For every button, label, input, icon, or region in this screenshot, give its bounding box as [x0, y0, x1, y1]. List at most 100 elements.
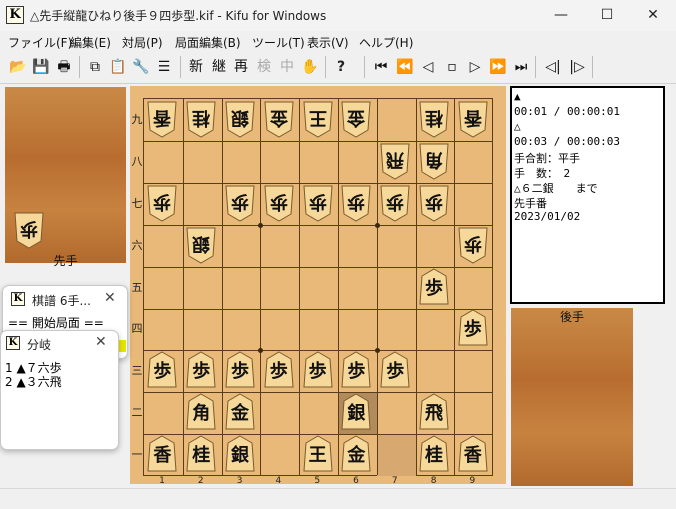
prev-branch-button[interactable]: ◁| — [542, 57, 564, 77]
board-piece[interactable]: 角 — [185, 393, 217, 431]
board-piece[interactable]: 歩 — [302, 351, 334, 389]
sente-label: 先手 — [53, 254, 78, 268]
copy-icon[interactable]: ⧉ — [86, 57, 104, 77]
paste-icon[interactable]: 📋 — [109, 57, 127, 77]
replay-button[interactable]: 再 — [232, 57, 250, 77]
grid-line — [338, 99, 339, 475]
board-piece[interactable]: 桂 — [418, 100, 450, 138]
menu-game[interactable]: 対局(P) — [122, 34, 163, 51]
board-piece[interactable]: 歩 — [263, 351, 295, 389]
new-game-button[interactable]: 新 — [187, 57, 205, 77]
board-piece[interactable]: 金 — [263, 100, 295, 138]
rank-label: 四 — [131, 322, 143, 336]
help-icon[interactable]: ? — [332, 57, 350, 77]
board-piece[interactable]: 角 — [418, 142, 450, 180]
toolbar-separator — [592, 56, 593, 78]
board-piece[interactable]: 香 — [457, 435, 489, 473]
board-piece[interactable]: 王 — [302, 435, 334, 473]
menu-tools[interactable]: ツール(T) — [252, 34, 305, 51]
menu-edit[interactable]: 編集(E) — [70, 34, 111, 51]
minimize-button[interactable]: — — [538, 0, 584, 31]
rank-label: 二 — [131, 406, 143, 420]
close-button[interactable]: ✕ — [630, 0, 676, 31]
interrupt-button[interactable]: 中 — [278, 57, 296, 77]
board-piece[interactable]: 歩 — [340, 184, 372, 222]
game-info-panel: ▲ 00:01 / 00:00:01 △ 00:03 / 00:00:03 手合割：平手… — [510, 86, 665, 304]
tools-icon[interactable]: 🔧 — [132, 57, 150, 77]
kifu-pane-close-icon[interactable]: ✕ — [104, 290, 116, 306]
file-label: 9 — [469, 476, 476, 486]
board-piece[interactable]: 銀 — [224, 435, 256, 473]
board-piece[interactable]: 桂 — [418, 435, 450, 473]
grid-line — [183, 99, 184, 475]
branch-item-2[interactable]: 2 ▲３六飛 — [5, 373, 62, 390]
forward-button[interactable]: ▷ — [466, 57, 484, 77]
open-icon[interactable]: 📂 — [9, 57, 27, 77]
board-piece[interactable]: 歩 — [379, 184, 411, 222]
board-piece[interactable]: 桂 — [185, 435, 217, 473]
forward10-button[interactable]: ⏩ — [489, 57, 507, 77]
file-label: 8 — [430, 476, 437, 486]
board-piece[interactable]: 飛 — [418, 393, 450, 431]
menu-view[interactable]: 表示(V) — [307, 34, 349, 51]
back-button[interactable]: ◁ — [419, 57, 437, 77]
board-piece[interactable]: 歩 — [185, 351, 217, 389]
stop-button[interactable]: ▫ — [443, 57, 461, 77]
board-piece[interactable]: 金 — [340, 100, 372, 138]
board-piece[interactable]: 歩 — [379, 351, 411, 389]
board-piece[interactable]: 金 — [224, 393, 256, 431]
menu-help[interactable]: ヘルプ(H) — [359, 34, 413, 51]
board-piece[interactable]: 歩 — [263, 184, 295, 222]
rank-label: 七 — [131, 196, 143, 210]
first-move-button[interactable]: ⏮ — [372, 57, 390, 77]
menu-file[interactable]: ファイル(F) — [8, 34, 72, 51]
toolbar-separator — [364, 56, 365, 78]
board-piece[interactable]: 桂 — [185, 100, 217, 138]
info-line: 00:03 / 00:00:03 — [514, 135, 620, 148]
horizontal-scrollbar[interactable] — [0, 488, 676, 509]
board-piece[interactable]: 歩 — [418, 267, 450, 306]
hand-icon[interactable]: ✋ — [301, 57, 319, 77]
info-line: 手 数： 2 — [514, 167, 571, 180]
file-label: 2 — [197, 476, 204, 486]
next-branch-button[interactable]: |▷ — [566, 57, 588, 77]
board-piece[interactable]: 歩 — [146, 351, 178, 389]
board-piece[interactable]: 香 — [457, 100, 489, 138]
back10-button[interactable]: ⏪ — [396, 57, 414, 77]
maximize-button[interactable]: ☐ — [584, 0, 630, 31]
board-piece[interactable]: 金 — [340, 435, 372, 473]
board-piece[interactable]: 飛 — [379, 142, 411, 180]
save-icon[interactable]: 💾 — [32, 57, 50, 77]
kifu-pane-title: 棋譜 6手... — [32, 294, 91, 308]
branch-pane-title: 分岐 — [27, 338, 52, 352]
file-label: 1 — [159, 476, 165, 486]
print-icon[interactable]: 🖶 — [55, 57, 73, 77]
board-piece[interactable]: 歩 — [146, 184, 178, 222]
review-button[interactable]: 検 — [255, 57, 273, 77]
stand-piece[interactable]: 歩 — [13, 211, 45, 249]
board-piece[interactable]: 歩 — [418, 184, 450, 222]
board-piece[interactable]: 歩 — [224, 184, 256, 222]
continue-button[interactable]: 継 — [210, 57, 228, 77]
board-piece[interactable]: 歩 — [457, 309, 489, 347]
toolbar-separator — [79, 56, 80, 78]
board-piece[interactable]: 銀 — [340, 393, 372, 431]
board-piece[interactable]: 銀 — [185, 226, 217, 264]
board-piece[interactable]: 香 — [146, 435, 178, 473]
rank-label: 一 — [131, 448, 143, 462]
kifu-list-icon[interactable]: ☰ — [155, 57, 173, 77]
board-piece[interactable]: 歩 — [224, 351, 256, 389]
branch-pane-close-icon[interactable]: ✕ — [95, 334, 107, 350]
menu-position-edit[interactable]: 局面編集(B) — [175, 34, 241, 51]
toolbar-separator — [180, 56, 181, 78]
board-piece[interactable]: 香 — [146, 100, 178, 138]
board-piece[interactable]: 王 — [302, 100, 334, 138]
board-piece[interactable]: 歩 — [302, 184, 334, 222]
info-line: 00:01 / 00:00:01 — [514, 105, 620, 118]
board-piece[interactable]: 歩 — [457, 226, 489, 264]
board-piece[interactable]: 銀 — [224, 100, 256, 138]
gote-piece-stand[interactable] — [511, 308, 633, 486]
kifu-start-position[interactable]: == 開始局面 == — [8, 314, 104, 331]
board-piece[interactable]: 歩 — [340, 351, 372, 389]
last-move-button[interactable]: ⏭ — [512, 57, 530, 77]
